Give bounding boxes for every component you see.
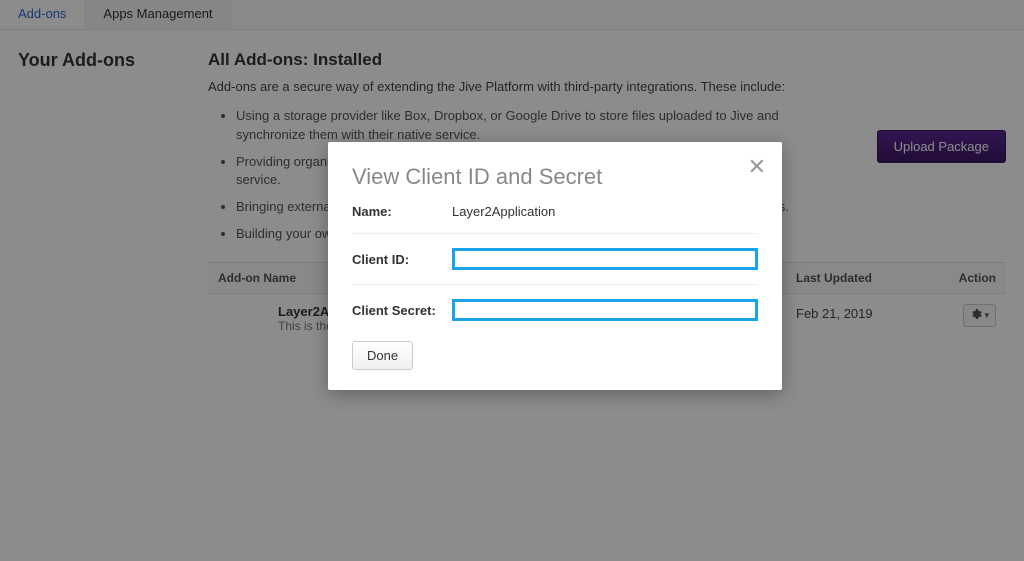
client-secret-field[interactable] (452, 299, 758, 321)
field-row-name: Name: Layer2Application (352, 190, 758, 234)
modal-title: View Client ID and Secret (352, 164, 758, 190)
done-button[interactable]: Done (352, 341, 413, 370)
client-id-field[interactable] (452, 248, 758, 270)
field-row-client-id: Client ID: (352, 234, 758, 285)
name-value: Layer2Application (452, 204, 758, 219)
field-row-client-secret: Client Secret: (352, 285, 758, 335)
name-label: Name: (352, 204, 452, 219)
client-id-label: Client ID: (352, 252, 452, 267)
client-secret-label: Client Secret: (352, 303, 452, 318)
close-icon[interactable]: ✕ (748, 156, 766, 178)
view-client-id-secret-modal: View Client ID and Secret ✕ Name: Layer2… (328, 142, 782, 390)
